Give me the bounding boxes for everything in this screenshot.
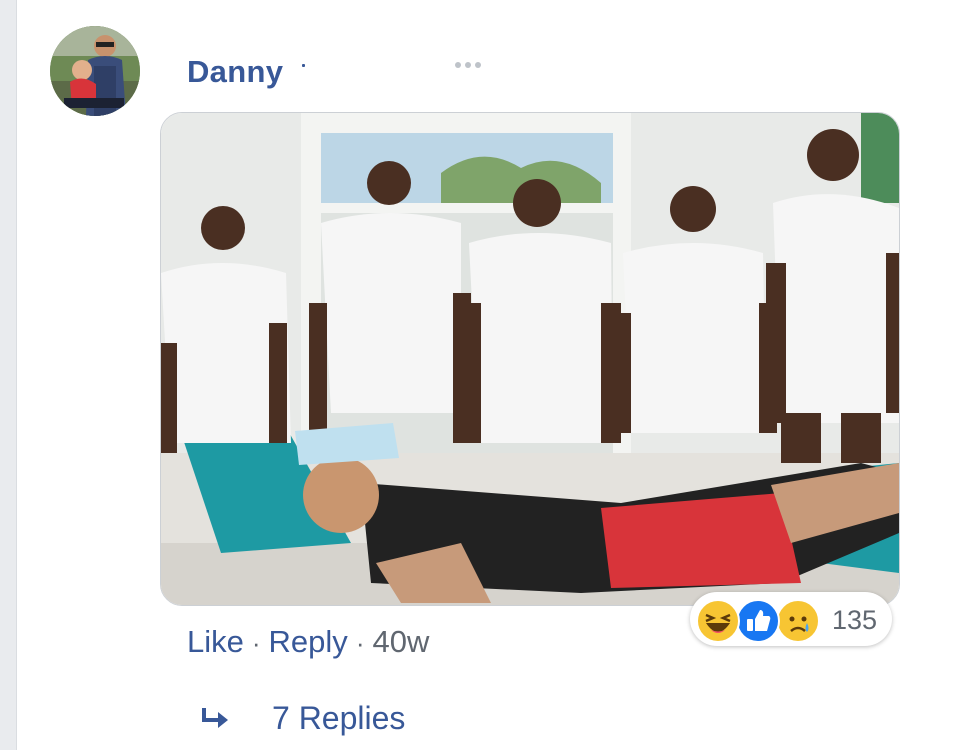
reply-button[interactable]: Reply (269, 624, 348, 659)
photo-illustration (161, 113, 899, 605)
comment-photo[interactable] (160, 112, 900, 606)
separator: · (251, 628, 261, 658)
like-button[interactable]: Like (187, 624, 244, 659)
reaction-count: 135 (832, 605, 878, 635)
author-name[interactable]: Danny (187, 54, 283, 90)
comment-timestamp[interactable]: 40w (372, 624, 429, 659)
like-icon (736, 599, 780, 643)
author-badge-dot (302, 64, 305, 67)
replies-count-label[interactable]: 7 Replies (272, 700, 405, 737)
view-replies-button[interactable]: 7 Replies (200, 700, 405, 737)
haha-icon (696, 599, 740, 643)
avatar-photo (50, 26, 140, 116)
sad-icon (776, 599, 820, 643)
left-rail (0, 0, 17, 750)
reply-arrow-icon (202, 707, 228, 728)
comment-actions: Like · Reply · 40w (187, 624, 429, 660)
separator: · (355, 628, 365, 658)
more-options-icon[interactable] (455, 62, 481, 68)
reactions-summary[interactable]: 135 (690, 592, 892, 646)
author-avatar[interactable] (50, 26, 140, 116)
